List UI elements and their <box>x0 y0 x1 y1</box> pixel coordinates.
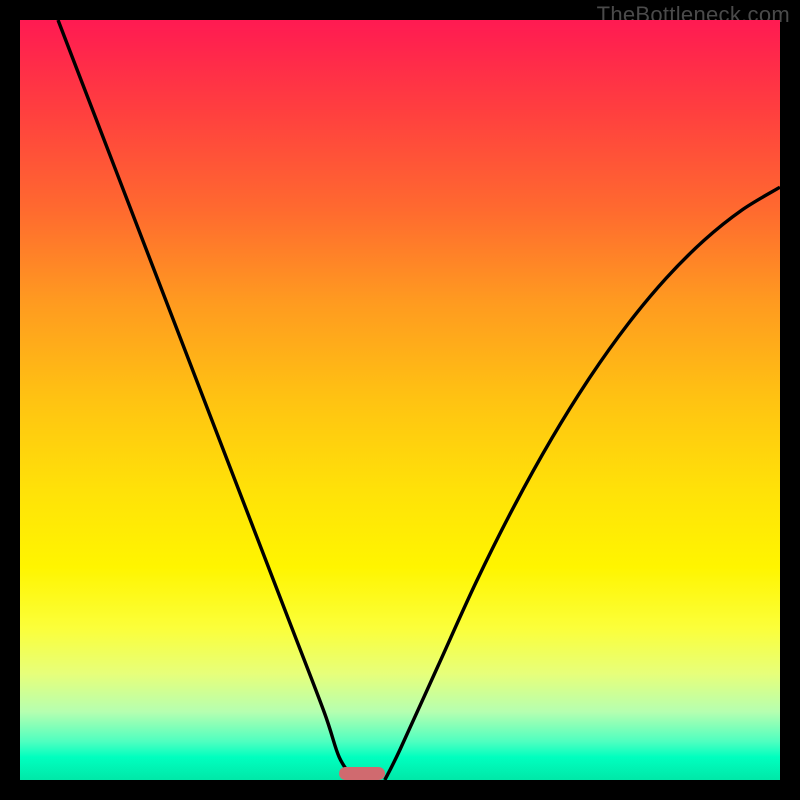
chart-frame: TheBottleneck.com <box>0 0 800 800</box>
plot-area <box>20 20 780 780</box>
bottleneck-marker <box>339 767 385 780</box>
left-curve <box>58 20 354 780</box>
curves-svg <box>20 20 780 780</box>
right-curve <box>385 187 780 780</box>
